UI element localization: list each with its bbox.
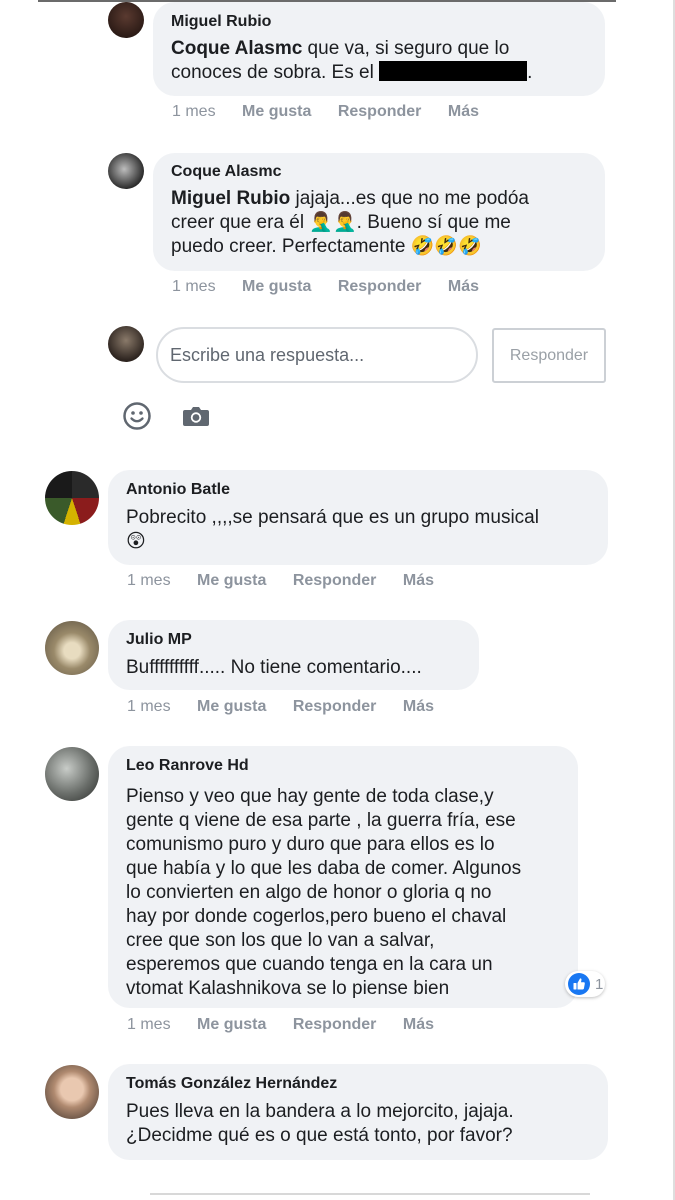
smiley-icon[interactable] (122, 401, 152, 431)
avatar[interactable] (45, 471, 99, 525)
comment-author[interactable]: Julio MP (126, 630, 461, 650)
comment-actions: 1 mes Me gusta Responder Más (172, 103, 501, 121)
comment-author[interactable]: Tomás González Hernández (126, 1074, 590, 1094)
reply-button[interactable]: Responder (338, 278, 422, 295)
mention-link[interactable]: Coque Alasmc (171, 38, 302, 59)
current-user-avatar (108, 326, 144, 362)
avatar[interactable] (108, 153, 144, 189)
comment-author[interactable]: Miguel Rubio (171, 12, 587, 32)
timestamp[interactable]: 1 mes (127, 1016, 171, 1033)
like-button[interactable]: Me gusta (242, 278, 311, 295)
redacted-text (379, 61, 528, 81)
comment-bubble: Coque Alasmc Miguel Rubio jajaja...es qu… (153, 153, 605, 271)
more-button[interactable]: Más (403, 698, 434, 715)
thumbs-up-icon (568, 973, 590, 995)
comment-actions: 1 mes Me gusta Responder Más (172, 278, 501, 296)
comment-text: Pobrecito ,,,,se pensará que es un grupo… (126, 507, 539, 552)
timestamp[interactable]: 1 mes (127, 572, 171, 589)
comment-author[interactable]: Antonio Batle (126, 480, 590, 500)
reply-input[interactable]: Escribe una respuesta... (156, 327, 478, 383)
avatar[interactable] (45, 1065, 99, 1119)
mention-link[interactable]: Miguel Rubio (171, 188, 290, 209)
reply-button[interactable]: Responder (338, 103, 422, 120)
avatar[interactable] (45, 621, 99, 675)
camera-icon[interactable] (182, 404, 210, 428)
comment-bubble: Antonio Batle Pobrecito ,,,,se pensará q… (108, 470, 608, 565)
reaction-count: 1 (595, 975, 604, 993)
comment-text: Buffffffffff..... No tiene comentario...… (126, 657, 422, 678)
timestamp[interactable]: 1 mes (127, 698, 171, 715)
timestamp[interactable]: 1 mes (172, 103, 216, 120)
more-button[interactable]: Más (448, 278, 479, 295)
comment-text: Coque Alasmc que va, si seguro que lo co… (171, 38, 533, 83)
comment-actions: 1 mes Me gusta Responder Más (127, 698, 456, 716)
like-button[interactable]: Me gusta (242, 103, 311, 120)
reply-button[interactable]: Responder (293, 1016, 377, 1033)
comment-text: Pienso y veo que hay gente de toda clase… (126, 786, 522, 999)
bottom-divider (150, 1193, 590, 1195)
comment-actions: 1 mes Me gusta Responder Más (127, 572, 456, 590)
reaction-badge[interactable]: 1 (565, 971, 605, 997)
avatar[interactable] (108, 2, 144, 38)
comment-bubble: Tomás González Hernández Pues lleva en l… (108, 1064, 608, 1160)
comment-text: Miguel Rubio jajaja...es que no me podóa… (171, 188, 529, 257)
like-button[interactable]: Me gusta (197, 698, 266, 715)
like-button[interactable]: Me gusta (197, 572, 266, 589)
reply-placeholder: Escribe una respuesta... (170, 344, 365, 365)
comment-bubble: Miguel Rubio Coque Alasmc que va, si seg… (153, 2, 605, 96)
like-button[interactable]: Me gusta (197, 1016, 266, 1033)
more-button[interactable]: Más (403, 572, 434, 589)
more-button[interactable]: Más (448, 103, 479, 120)
comment-author[interactable]: Coque Alasmc (171, 162, 587, 182)
comment-bubble: Julio MP Buffffffffff..... No tiene come… (108, 620, 479, 690)
more-button[interactable]: Más (403, 1016, 434, 1033)
comment-text: Pues lleva en la bandera a lo mejorcito,… (126, 1101, 514, 1146)
reply-button[interactable]: Responder (293, 572, 377, 589)
timestamp[interactable]: 1 mes (172, 278, 216, 295)
comment-bubble: Leo Ranrove Hd Pienso y veo que hay gent… (108, 746, 578, 1008)
avatar[interactable] (45, 747, 99, 801)
comment-actions: 1 mes Me gusta Responder Más (127, 1016, 456, 1034)
reply-button[interactable]: Responder (293, 698, 377, 715)
comment-author[interactable]: Leo Ranrove Hd (126, 756, 560, 776)
reply-submit-button[interactable]: Responder (492, 328, 606, 383)
